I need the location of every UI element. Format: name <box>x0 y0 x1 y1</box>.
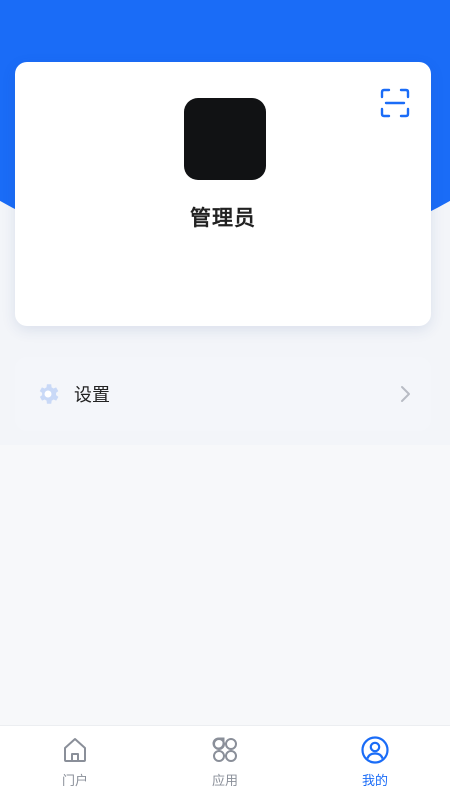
avatar[interactable] <box>184 98 266 180</box>
username: 管理员 <box>190 206 256 230</box>
tab-mine[interactable]: 我的 <box>300 726 450 800</box>
tab-apps-label: 应用 <box>211 774 238 789</box>
tab-portal-label: 门户 <box>61 774 88 789</box>
profile-card: 管理员 <box>15 62 431 326</box>
gear-icon <box>39 384 59 404</box>
tab-apps[interactable]: 应用 <box>150 726 300 800</box>
tab-mine-label: 我的 <box>361 774 388 789</box>
user-icon <box>361 736 389 764</box>
settings-menu-item[interactable]: 设置 <box>15 357 431 431</box>
home-icon <box>64 738 86 762</box>
scan-button[interactable] <box>379 87 411 119</box>
bottom-tab-bar: 门户 应用 我的 <box>0 725 450 800</box>
settings-label: 设置 <box>74 385 110 406</box>
tab-portal[interactable]: 门户 <box>0 726 150 800</box>
scan-icon <box>380 88 410 118</box>
apps-icon <box>212 737 237 762</box>
chevron-right-icon <box>401 386 410 402</box>
